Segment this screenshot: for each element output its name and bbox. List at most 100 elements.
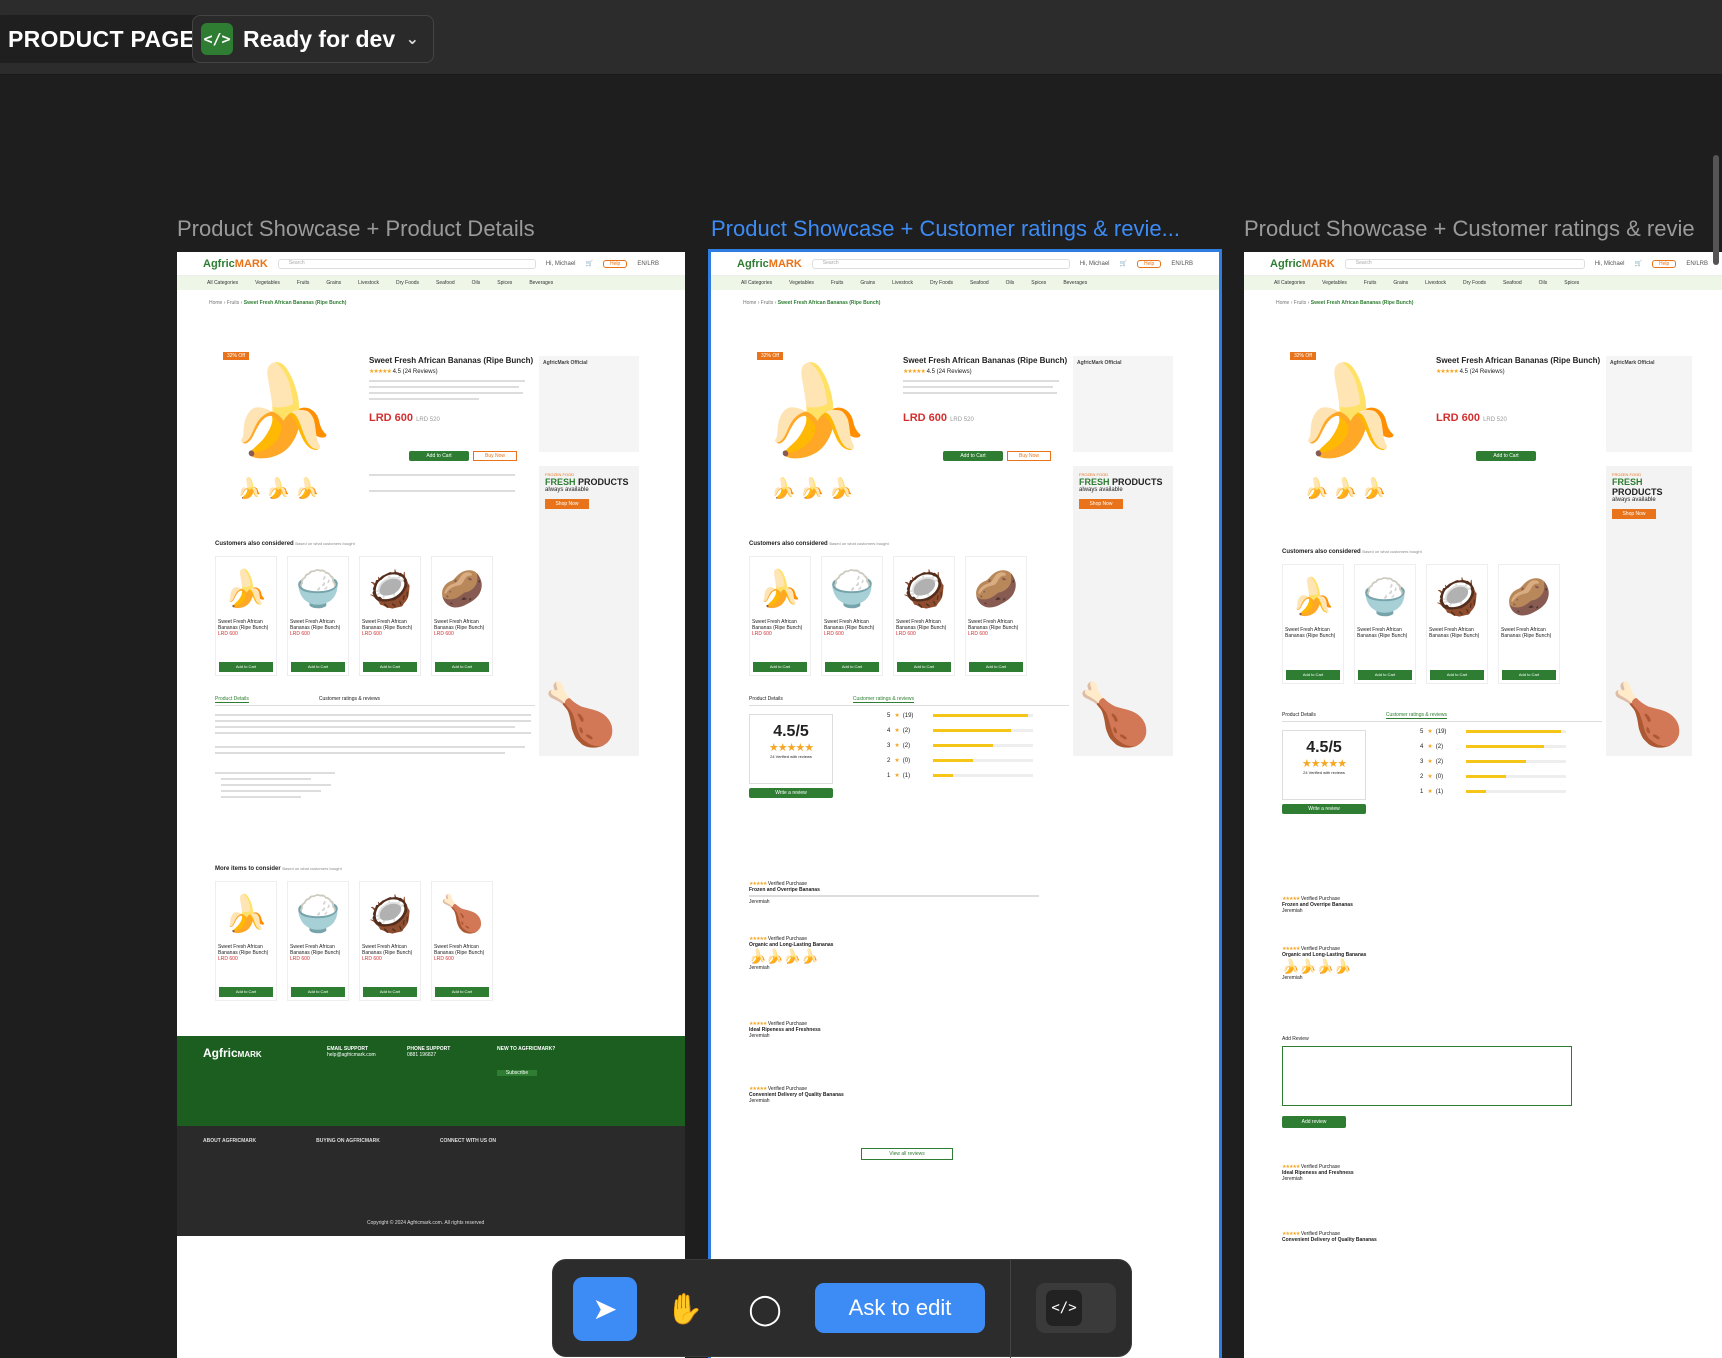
category-item[interactable]: Beverages (529, 280, 553, 286)
rating-bars: 5 ★ (19) 4 ★ (2) 3 ★ (2) 2 ★ (0) 1 ★ (1) (1420, 724, 1566, 799)
write-review-button[interactable]: Write a review (749, 788, 833, 798)
product-card[interactable]: 🥥 Sweet Fresh African Bananas (Ripe Bunch… (359, 881, 421, 1001)
product-card[interactable]: 🍚 Sweet Fresh African Bananas (Ripe Bunch… (287, 556, 349, 676)
top-bar: PRODUCT PAGE </> Ready for dev ⌄ (0, 0, 1722, 75)
rating-count: (0) (902, 757, 911, 764)
rating-star-label: 2 (1420, 773, 1424, 780)
tab-product-details[interactable]: Product Details (215, 696, 249, 703)
add-to-cart-button[interactable]: Add to Cart (409, 451, 469, 461)
product-card[interactable]: 🥔 Sweet Fresh African Bananas (Ripe Bunch… (965, 556, 1027, 676)
product-price: LRD 600 LRD 520 (369, 412, 440, 424)
frame-label-3[interactable]: Product Showcase + Customer ratings & re… (1244, 216, 1695, 242)
frame-label-1[interactable]: Product Showcase + Product Details (177, 216, 535, 242)
star-icon: ★ (1427, 744, 1432, 750)
category-item[interactable]: Oils (472, 280, 481, 286)
hand-icon[interactable]: ✋ (653, 1277, 717, 1341)
add-review-button[interactable]: Add review (1282, 1116, 1346, 1128)
promo-banner[interactable]: FROZEN FOOD FRESH PRODUCTS always availa… (539, 466, 639, 756)
rating-bar-fill (932, 744, 993, 747)
cart-icon[interactable]: 🛒 (586, 260, 593, 267)
section-title-more: More items to consider Based on what cus… (215, 866, 342, 872)
promo-banner[interactable]: FROZEN FOOD FRESH PRODUCTS always availa… (1073, 466, 1173, 756)
thumbnail-strip[interactable]: 🍌🍌🍌 (1304, 476, 1391, 501)
user-greeting[interactable]: Hi, Michael (546, 261, 576, 267)
tab-product-details[interactable]: Product Details (1282, 712, 1316, 719)
site-search[interactable]: Search (277, 258, 536, 269)
rating-score-card: 4.5/5 ★★★★★ 24 Verified with reviews (749, 714, 833, 784)
view-all-reviews-button[interactable]: View all reviews (861, 1148, 953, 1160)
section-title-considered: Customers also considered Based on what … (215, 541, 355, 547)
review-item: ★★★★★ Verified Purchase Frozen and Overri… (749, 881, 1049, 905)
product-card[interactable]: 🍌 Sweet Fresh African Bananas (Ripe Bunch… (215, 881, 277, 1001)
product-card[interactable]: 🍌 Sweet Fresh African Bananas (Ripe Bunch… (749, 556, 811, 676)
site-footer-links: ABOUT AGFRICMARK BUYING ON AGFRICMARK CONN… (177, 1126, 685, 1236)
frame-customer-ratings[interactable]: AgfricMARK Search Hi, Michael 🛒 Help EN/LR… (708, 249, 1222, 1358)
thumbnail-strip[interactable]: 🍌🍌🍌 (237, 476, 324, 501)
currency-select[interactable]: EN/LRB (637, 261, 659, 267)
product-image: 🍌 (1294, 360, 1404, 460)
category-item[interactable]: Grains (326, 280, 341, 286)
ask-to-edit-button[interactable]: Ask to edit (815, 1283, 985, 1333)
tab-product-details[interactable]: Product Details (749, 696, 783, 703)
status-dropdown[interactable]: </> Ready for dev ⌄ (192, 15, 434, 63)
code-icon: </> (201, 23, 233, 55)
rating-count: (2) (1435, 758, 1444, 765)
add-to-cart-button[interactable]: Add to Cart (943, 451, 1003, 461)
seller-card: AgfricMark Official (539, 356, 639, 452)
site-search[interactable]: Search (811, 258, 1070, 269)
bottom-toolbar: ➤ ✋ ◯ Ask to edit </> (552, 1259, 1132, 1358)
rating-bar-row: 5 ★ (19) (887, 708, 1033, 723)
category-item[interactable]: All Categories (207, 280, 238, 286)
buy-now-button[interactable]: Buy Now (473, 451, 517, 461)
product-card[interactable]: 🍚 Sweet Fresh African Bananas (Ripe Bunch… (1354, 564, 1416, 684)
product-card[interactable]: 🥥 Sweet Fresh African Bananas (Ripe Bunch… (1426, 564, 1488, 684)
product-card[interactable]: 🥔 Sweet Fresh African Bananas (Ripe Bunch… (1498, 564, 1560, 684)
rating-bar-fill (1465, 745, 1544, 748)
dev-mode-toggle[interactable]: </> (1036, 1283, 1116, 1333)
rating-count: (2) (1435, 743, 1444, 750)
write-review-button[interactable]: Write a review (1282, 804, 1366, 814)
product-card[interactable]: 🥥 Sweet Fresh African Bananas (Ripe Bunch… (893, 556, 955, 676)
category-item[interactable]: Vegetables (255, 280, 280, 286)
review-textarea[interactable] (1282, 1046, 1572, 1106)
tab-ratings[interactable]: Customer ratings & reviews (852, 696, 915, 703)
thumbnail-strip[interactable]: 🍌🍌🍌 (771, 476, 858, 501)
rating-bar-track (1465, 730, 1566, 733)
help-button[interactable]: Help (603, 259, 628, 268)
site-logo: AgfricMARK (203, 257, 268, 270)
category-item[interactable]: Spices (497, 280, 512, 286)
canvas-scrollbar[interactable] (1713, 155, 1719, 265)
shop-now-button[interactable]: Shop Now (545, 499, 589, 509)
product-card[interactable]: 🥥 Sweet Fresh African Bananas (Ripe Bunch… (359, 556, 421, 676)
rating-bar-track (932, 744, 1033, 747)
product-card[interactable]: 🍗 Sweet Fresh African Bananas (Ripe Bunch… (431, 881, 493, 1001)
buy-now-button[interactable]: Buy Now (1007, 451, 1051, 461)
add-to-cart-button[interactable]: Add to Cart (1476, 451, 1536, 461)
product-card[interactable]: 🍚 Sweet Fresh African Bananas (Ripe Bunch… (821, 556, 883, 676)
product-card[interactable]: 🍌 Sweet Fresh African Bananas (Ripe Bunch… (215, 556, 277, 676)
tab-ratings[interactable]: Customer ratings & reviews (319, 696, 380, 703)
subscribe-button[interactable]: Subscribe (497, 1070, 537, 1076)
category-bar: All Categories Vegetables Fruits Grains Live… (1244, 276, 1722, 290)
rating-bar-fill (932, 714, 1028, 717)
page-name-pill[interactable]: PRODUCT PAGE (0, 15, 210, 63)
category-bar: All Categories Vegetables Fruits Grains Live… (711, 276, 1219, 290)
category-item[interactable]: Fruits (297, 280, 310, 286)
site-search[interactable]: Search (1344, 258, 1585, 269)
rating-star-label: 2 (887, 757, 891, 764)
category-item[interactable]: Dry Foods (396, 280, 419, 286)
site-header: AgfricMARK Search Hi, Michael 🛒 Help EN/… (177, 252, 685, 276)
product-card[interactable]: 🍚 Sweet Fresh African Bananas (Ripe Bunch… (287, 881, 349, 1001)
comment-icon[interactable]: ◯ (733, 1277, 797, 1341)
product-card[interactable]: 🍌 Sweet Fresh African Bananas (Ripe Bunch… (1282, 564, 1344, 684)
site-header: AgfricMARK Search Hi, Michael 🛒 Help EN/LR… (711, 252, 1219, 276)
tab-ratings[interactable]: Customer ratings & reviews (1385, 712, 1448, 719)
frame-label-2[interactable]: Product Showcase + Customer ratings & re… (711, 216, 1180, 242)
product-card[interactable]: 🥔 Sweet Fresh African Bananas (Ripe Bunch… (431, 556, 493, 676)
category-item[interactable]: Seafood (436, 280, 455, 286)
cursor-icon[interactable]: ➤ (573, 1277, 637, 1341)
frame-product-details[interactable]: AgfricMARK Search Hi, Michael 🛒 Help EN/… (177, 252, 685, 1358)
code-icon: </> (1046, 1290, 1082, 1326)
category-item[interactable]: Livestock (358, 280, 379, 286)
frame-add-review[interactable]: AgfricMARK Search Hi, Michael 🛒 Help EN/LR… (1244, 252, 1722, 1358)
